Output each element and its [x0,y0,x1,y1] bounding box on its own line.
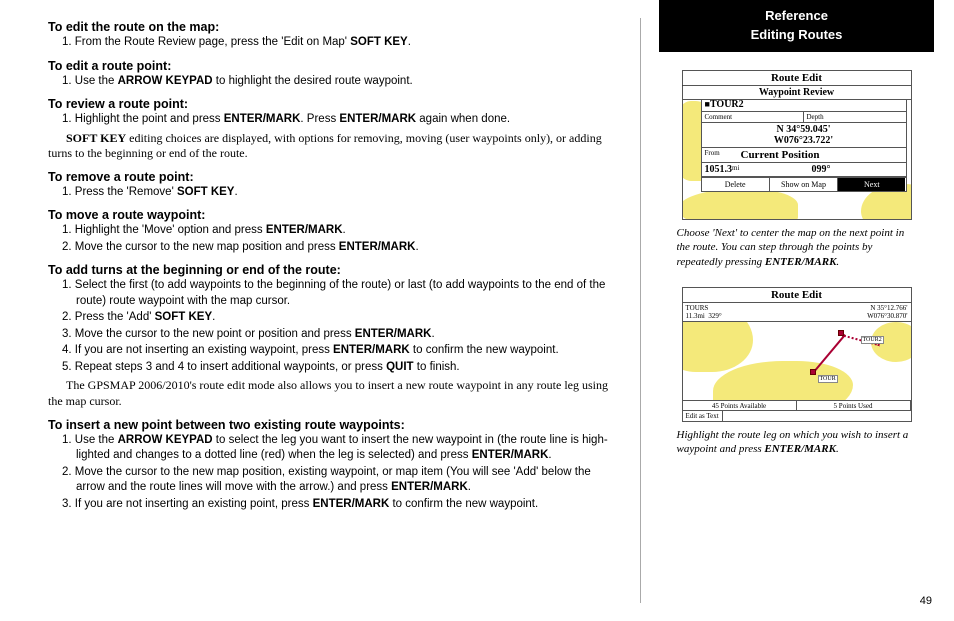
paragraph-softkey-choices: SOFT KEY editing choices are displayed, … [48,131,622,162]
heading-review-route-point: To review a route point: [48,97,622,111]
wp-label-tour: TOUR [818,375,838,383]
show-on-map-button[interactable]: Show on Map [770,178,838,191]
heading-remove-route-point: To remove a route point: [48,170,622,184]
heading-move-route-waypoint: To move a route waypoint: [48,208,622,222]
fig1-title: Route Edit [683,71,911,86]
step: 3. If you are not inserting an existing … [62,497,622,513]
ref-title: Reference [659,8,934,23]
edit-as-text-button[interactable]: Edit as Text [683,411,723,421]
wp-lat: N 34°59.045' [777,124,831,135]
fig2-tours: TOURS11.3mi 329° [686,304,722,320]
step: 1. Select the first (to add waypoints to… [62,278,622,309]
delete-button[interactable]: Delete [702,178,770,191]
wp-brg: 099° [811,164,830,175]
figure-waypoint-review: Route Edit Waypoint Review TOUR1051mi 10… [682,70,912,220]
waypoint-panel: ■ TOUR2 Comment Depth N 34°59.045' W076°… [701,97,907,192]
step: 4. If you are not inserting an existing … [62,343,622,359]
main-content: To edit the route on the map: 1. From th… [0,0,640,621]
fig1-subtitle: Waypoint Review [683,86,911,100]
wp-name: TOUR2 [710,99,744,110]
step: 1. Highlight the 'Move' option and press… [62,223,622,239]
fig2-title: Route Edit [683,288,911,303]
fig2-caption: Highlight the route leg on which you wis… [677,428,917,457]
step: 1. Use the ARROW KEYPAD to highlight the… [62,74,622,90]
step: 2. Move the cursor to the new map positi… [62,240,622,256]
heading-edit-route-map: To edit the route on the map: [48,20,622,34]
wp-dist: 1051.3 [705,164,733,175]
paragraph-route-edit-mode: The GPSMAP 2006/2010's route edit mode a… [48,378,622,409]
fig1-caption: Choose 'Next' to center the map on the n… [677,226,917,269]
ref-subtitle: Editing Routes [659,27,934,42]
step: 2. Move the cursor to the new map positi… [62,465,622,496]
step: 1. From the Route Review page, press the… [62,35,622,51]
wp-label-tour2: TOUR2 [861,336,884,344]
heading-add-turns: To add turns at the beginning or end of … [48,263,622,277]
wp-lon: W076°23.722' [774,135,833,146]
fig2-coords: N 35°12.766'W076°30.870' [867,304,907,320]
next-button[interactable]: Next [838,178,905,191]
step: 1. Press the 'Remove' SOFT KEY. [62,185,622,201]
reference-header: Reference Editing Routes [659,0,934,52]
figure-route-edit-map: Route Edit TOURS11.3mi 329° N 35°12.766'… [682,287,912,422]
step: 5. Repeat steps 3 and 4 to insert additi… [62,360,622,376]
page-number: 49 [920,595,932,607]
step: 2. Press the 'Add' SOFT KEY. [62,310,622,326]
fig1-buttons: Delete Show on Map Next [702,177,906,191]
heading-edit-route-point: To edit a route point: [48,59,622,73]
heading-insert-point: To insert a new point between two existi… [48,418,622,432]
sidebar: Reference Editing Routes Route Edit Wayp… [641,0,954,621]
step: 1. Highlight the point and press ENTER/M… [62,112,622,128]
wp-from: Current Position [741,149,820,161]
step: 1. Use the ARROW KEYPAD to select the le… [62,433,622,464]
step: 3. Move the cursor to the new point or p… [62,327,622,343]
